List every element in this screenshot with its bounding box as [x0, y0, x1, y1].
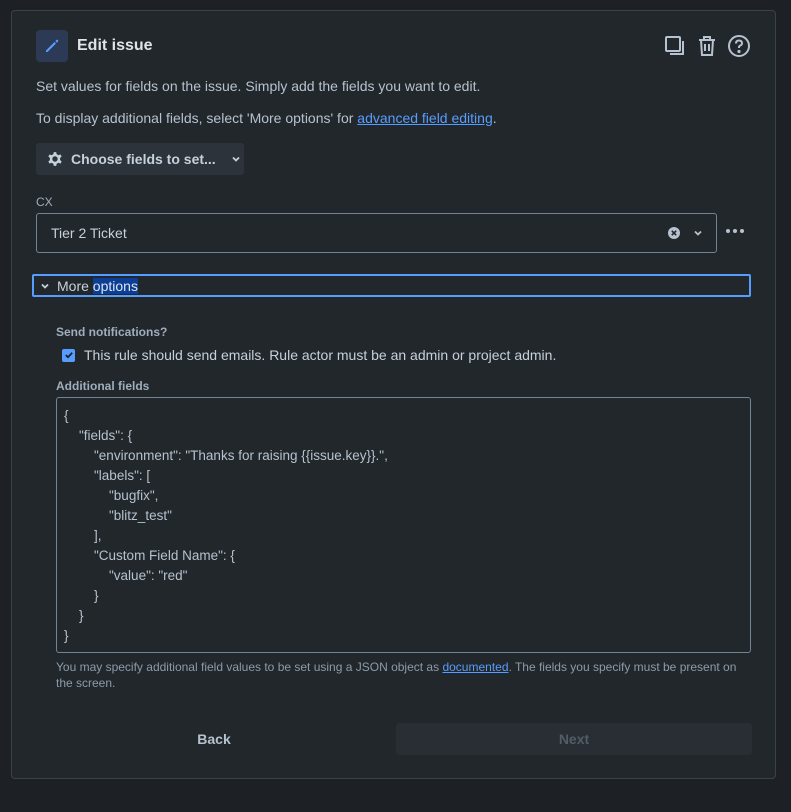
- trash-icon[interactable]: [695, 30, 719, 62]
- duplicate-icon[interactable]: [663, 30, 687, 62]
- choose-fields-label: Choose fields to set...: [71, 151, 216, 167]
- send-emails-label: This rule should send emails. Rule actor…: [84, 347, 557, 363]
- cx-select-value: Tier 2 Ticket: [51, 225, 127, 241]
- edit-issue-panel: Edit issue Set values for fields on the …: [11, 10, 776, 779]
- additional-fields-editor[interactable]: { "fields": { "environment": "Thanks for…: [56, 397, 751, 653]
- additional-fields-label: Additional fields: [56, 379, 150, 393]
- clear-icon[interactable]: [667, 226, 681, 240]
- description-suffix: .: [492, 110, 497, 126]
- gear-icon: [48, 152, 62, 166]
- documented-link[interactable]: documented: [442, 660, 508, 674]
- description-text: To display additional fields, select 'Mo…: [36, 110, 358, 126]
- edit-icon: [36, 30, 68, 62]
- panel-header: Edit issue: [36, 30, 751, 62]
- send-emails-checkbox[interactable]: [62, 348, 75, 362]
- chevron-down-icon[interactable]: [691, 226, 705, 240]
- header-actions: [663, 30, 751, 62]
- help-icon[interactable]: [727, 30, 751, 62]
- next-button[interactable]: Next: [396, 723, 752, 755]
- cx-field-label: CX: [36, 195, 53, 209]
- more-options-toggle[interactable]: More options: [32, 274, 751, 297]
- more-options-selected-text: options: [92, 277, 138, 294]
- more-actions-icon[interactable]: [724, 221, 746, 241]
- advanced-field-editing-link[interactable]: advanced field editing: [357, 110, 492, 126]
- check-icon: [64, 352, 73, 359]
- help-text: You may specify additional field values …: [56, 660, 443, 674]
- chevron-down-icon: [41, 283, 49, 289]
- additional-fields-help: You may specify additional field values …: [56, 659, 754, 691]
- description-line-2: To display additional fields, select 'Mo…: [36, 110, 497, 126]
- cx-select[interactable]: Tier 2 Ticket: [36, 213, 717, 253]
- panel-title: Edit issue: [77, 37, 153, 54]
- more-options-label: More options: [57, 277, 138, 294]
- send-emails-option: This rule should send emails. Rule actor…: [62, 347, 556, 363]
- send-notifications-label: Send notifications?: [56, 325, 168, 339]
- description-line-1: Set values for fields on the issue. Simp…: [36, 78, 481, 94]
- back-button[interactable]: Back: [36, 723, 392, 755]
- more-options-text: More: [57, 277, 93, 294]
- choose-fields-button[interactable]: Choose fields to set...: [36, 143, 244, 175]
- chevron-down-icon: [232, 156, 240, 162]
